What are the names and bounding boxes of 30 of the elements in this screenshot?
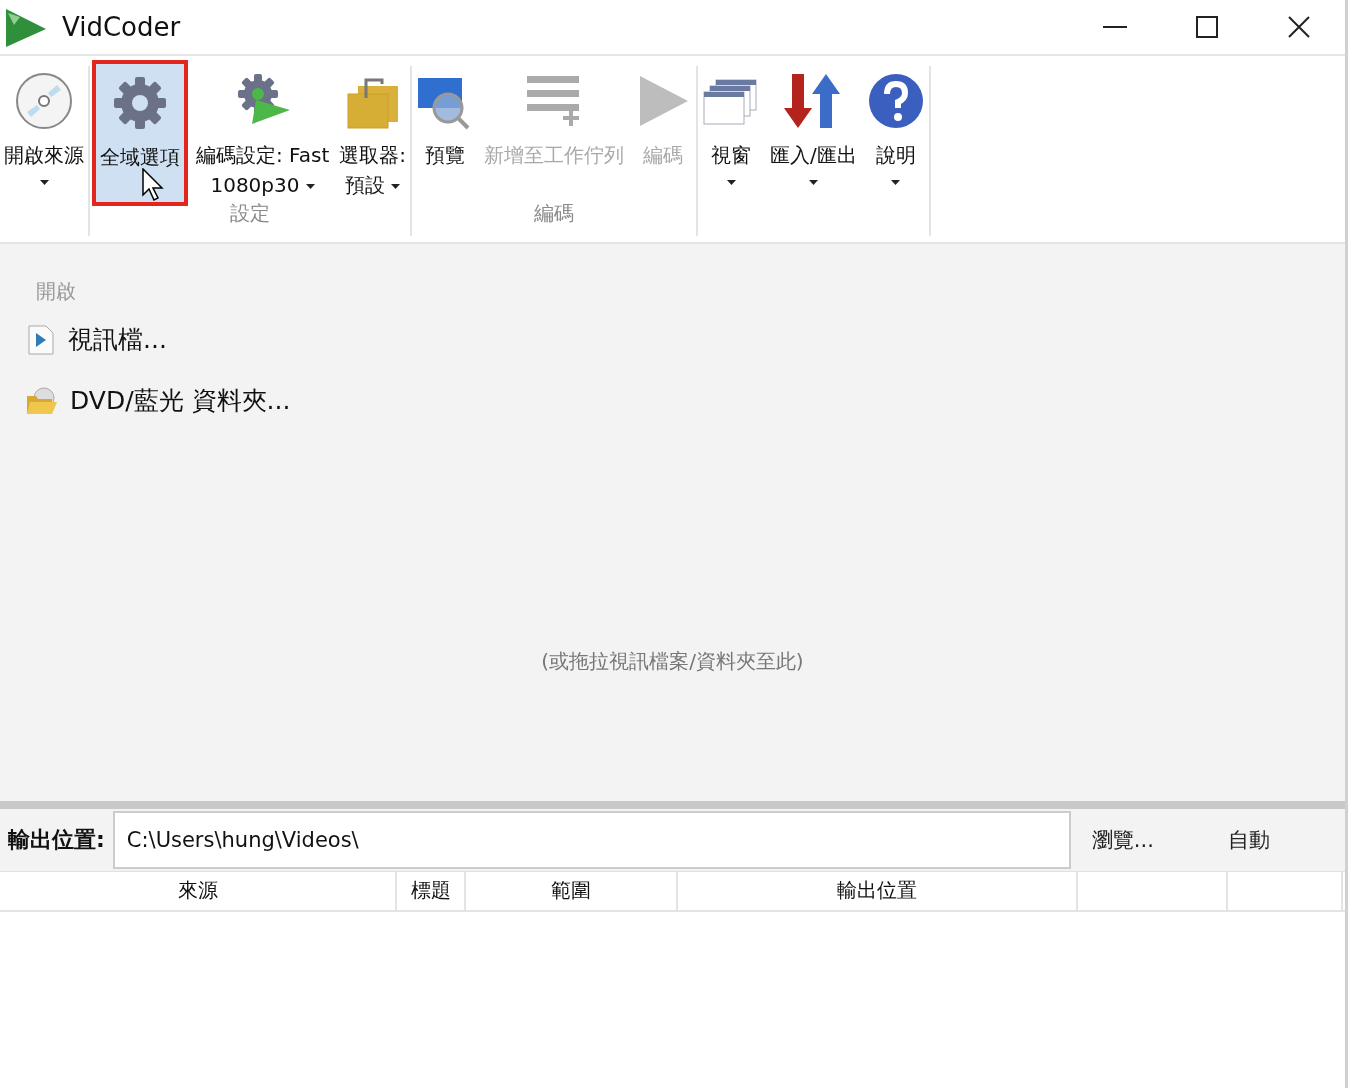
ribbon-button[interactable]: 預覽 — [414, 60, 477, 206]
gear-icon — [111, 74, 169, 132]
import-export-icon — [784, 72, 843, 130]
browse-button[interactable]: 瀏覽... — [1070, 812, 1175, 868]
output-path-field[interactable]: C:\Users\hung\Videos\ — [112, 811, 1071, 869]
video-file-icon — [26, 324, 56, 355]
group-label: 編碼 — [533, 200, 576, 227]
output-label: 輸出位置: — [7, 826, 106, 854]
open-item[interactable]: 視訊檔... — [26, 323, 167, 356]
folder-disc-icon — [26, 385, 58, 416]
section-heading: 開啟 — [36, 278, 77, 305]
ribbon-button[interactable]: 全域選項 — [92, 60, 188, 206]
ribbon-button[interactable]: 匯入/匯出 — [768, 60, 859, 206]
window-title: VidCoder — [62, 12, 182, 42]
drop-hint: (或拖拉視訊檔案/資料夾至此) — [540, 648, 805, 675]
open-item[interactable]: DVD/藍光 資料夾... — [26, 384, 291, 417]
ribbon-button[interactable]: 選取器: 預設 — [337, 60, 409, 206]
ribbon-button[interactable]: 視窗 — [700, 60, 763, 206]
column-header[interactable]: 來源 — [0, 872, 397, 910]
help-icon — [866, 72, 925, 130]
ribbon-button[interactable]: 說明 — [864, 60, 927, 206]
app-logo-icon — [4, 7, 46, 47]
column-header[interactable]: 標題 — [397, 872, 466, 910]
group-label: 設定 — [229, 200, 271, 227]
mouse-pointer-icon — [142, 168, 166, 202]
column-header[interactable]: 範圍 — [466, 872, 678, 910]
ribbon-button[interactable]: 開啟來源 — [2, 60, 86, 206]
auto-button[interactable]: 自動 — [1174, 812, 1323, 868]
disc-icon — [15, 72, 73, 130]
column-header[interactable]: 輸出位置 — [678, 872, 1078, 910]
